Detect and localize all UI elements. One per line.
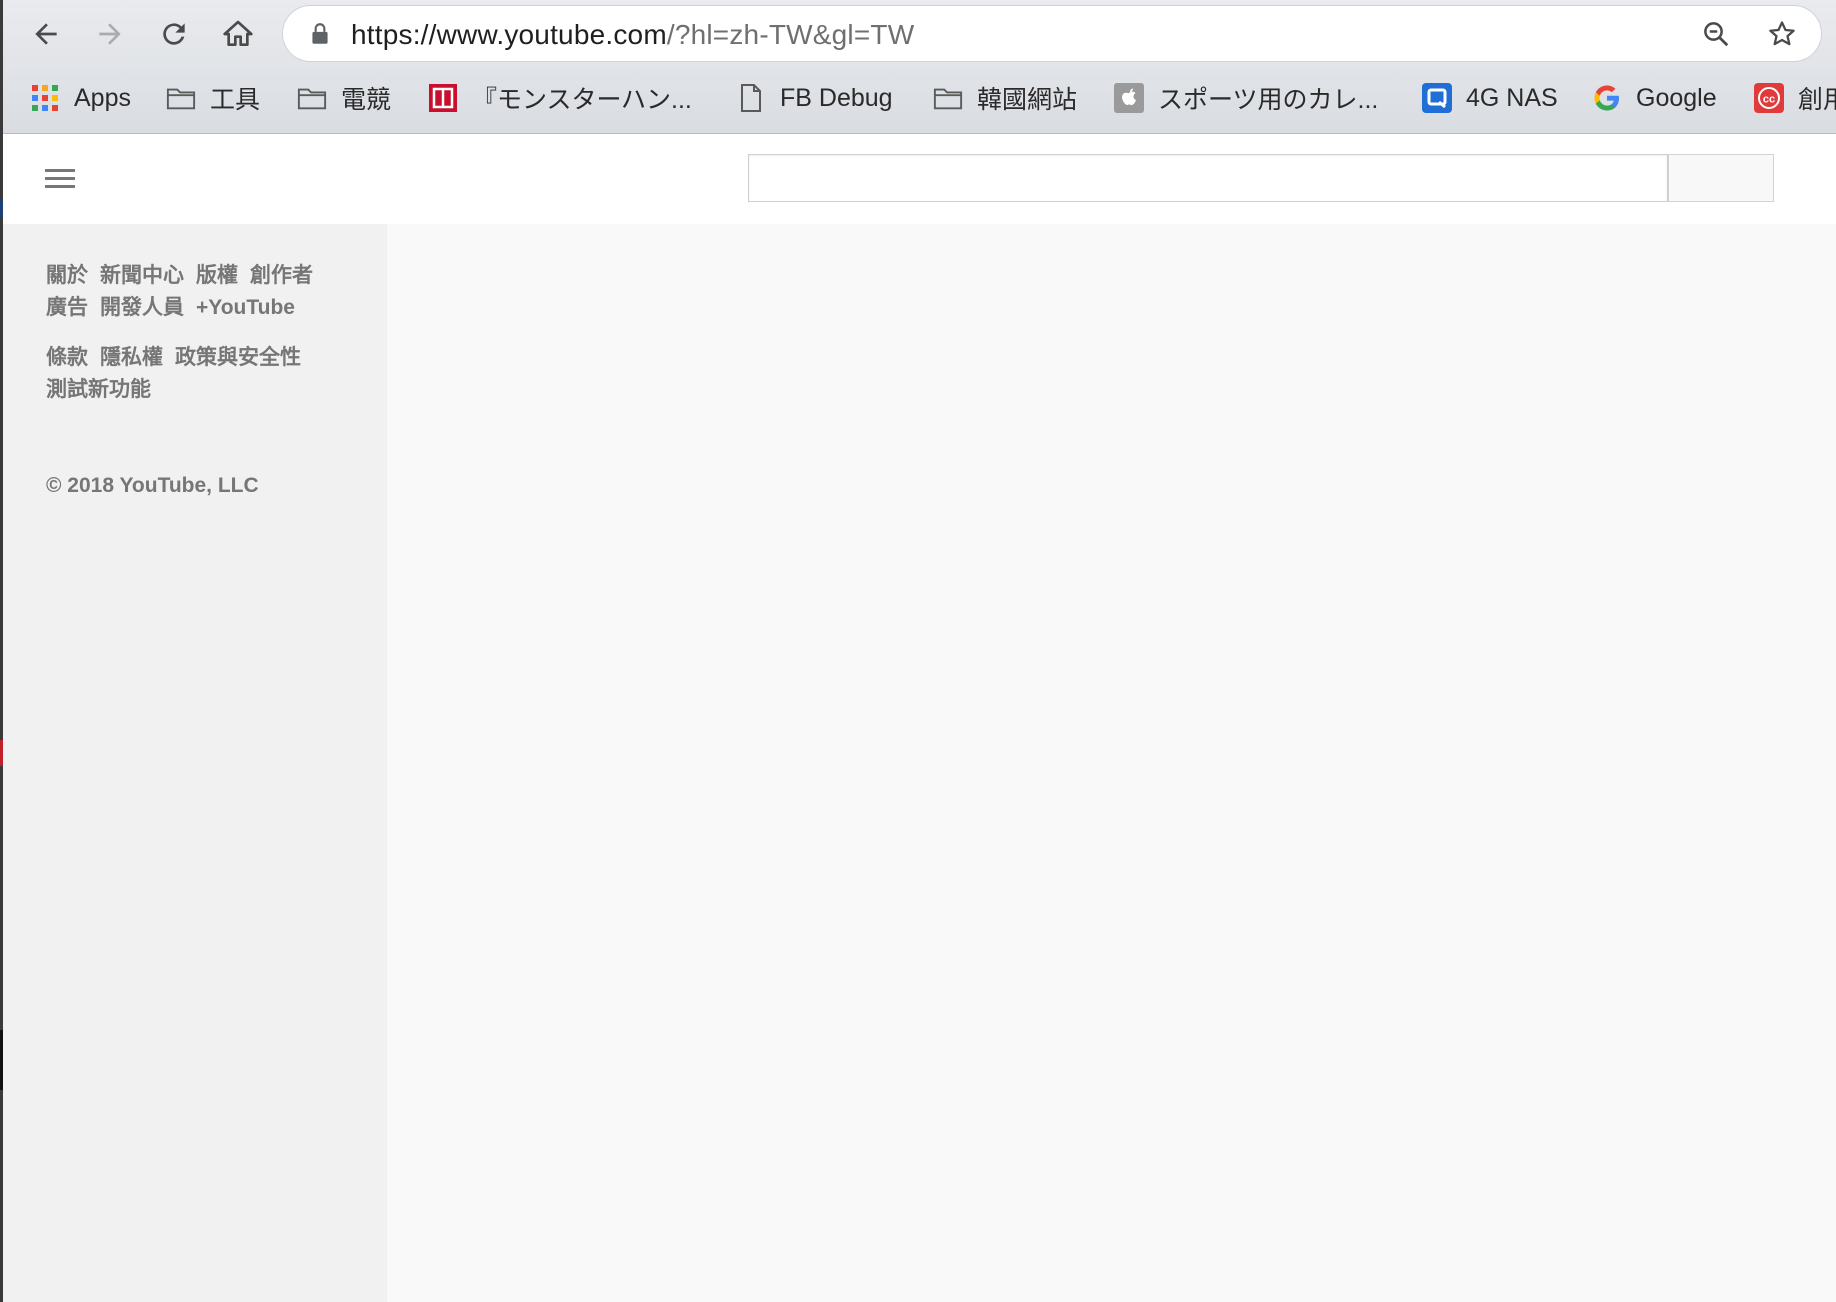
home-button[interactable]	[216, 12, 260, 56]
footer-link-copyright[interactable]: 版權	[196, 264, 238, 287]
guide-menu-button[interactable]	[41, 164, 81, 194]
footer-link-about[interactable]: 關於	[46, 264, 88, 287]
folder-icon	[166, 83, 196, 113]
bookmark-label: FB Debug	[780, 83, 893, 112]
bookmark-label: 『モンスターハン...	[472, 86, 692, 114]
footer-link-press[interactable]: 新聞中心	[100, 264, 184, 287]
game-site-icon	[428, 83, 458, 113]
search-button[interactable]	[1668, 154, 1774, 202]
bookmark-fb-debug[interactable]: FB Debug	[736, 78, 893, 118]
footer-link-plus-youtube[interactable]: +YouTube	[196, 296, 295, 319]
footer-link-terms[interactable]: 條款	[46, 346, 88, 369]
reload-icon	[163, 23, 185, 45]
google-icon	[1592, 83, 1622, 113]
hamburger-menu-icon	[45, 169, 75, 172]
reload-button[interactable]	[152, 12, 196, 56]
window-left-edge	[0, 0, 3, 1302]
lock-icon	[312, 23, 328, 44]
footer-link-privacy[interactable]: 隱私權	[100, 346, 163, 369]
bookmark-apps[interactable]: Apps	[30, 78, 131, 118]
bookmark-label: Apps	[74, 83, 131, 112]
bookmark-label: Google	[1636, 83, 1717, 112]
guide-sidebar: 關於 新聞中心 版權 創作者 廣告 開發人員 +YouTube 條款 隱私權 政策與安全性 測…	[3, 224, 387, 1302]
zoom-icon[interactable]	[1701, 19, 1731, 49]
bookmark-folder-esports[interactable]: 電競	[297, 78, 391, 118]
browser-toolbar: https://www.youtube.com/?hl=zh-TW&gl=TW	[0, 0, 1836, 66]
footer-links-secondary: 條款 隱私權 政策與安全性 測試新功能	[46, 342, 366, 406]
apps-grid-icon	[30, 83, 60, 113]
cc-icon: cc	[1754, 83, 1784, 113]
footer-links-primary: 關於 新聞中心 版權 創作者 廣告 開發人員 +YouTube	[46, 260, 366, 324]
svg-text:cc: cc	[1763, 94, 1775, 106]
page-icon	[736, 83, 766, 113]
bookmark-label: 4G NAS	[1466, 83, 1558, 112]
bookmark-star-icon[interactable]	[1767, 19, 1797, 49]
forward-button[interactable]	[88, 12, 132, 56]
bookmark-label: 創用	[1798, 86, 1836, 114]
url-host: https://www.youtube.com	[351, 19, 667, 50]
url-path: /?hl=zh-TW&gl=TW	[666, 19, 915, 50]
bookmark-label: スポーツ用のカレ...	[1158, 86, 1379, 114]
bookmark-label: 工具	[210, 86, 261, 114]
forward-arrow-icon	[99, 23, 121, 45]
footer-link-advertise[interactable]: 廣告	[46, 296, 88, 319]
home-icon	[223, 20, 253, 46]
copyright-text: © 2018 YouTube, LLC	[46, 474, 259, 497]
back-button[interactable]	[24, 12, 68, 56]
url-text: https://www.youtube.com/?hl=zh-TW&gl=TW	[351, 19, 914, 51]
bookmark-label: 韓國網站	[977, 86, 1078, 114]
address-bar[interactable]: https://www.youtube.com/?hl=zh-TW&gl=TW	[283, 6, 1821, 61]
search-input[interactable]	[748, 154, 1668, 202]
browser-chrome: https://www.youtube.com/?hl=zh-TW&gl=TW …	[0, 0, 1836, 134]
bookmark-folder-tools[interactable]: 工具	[166, 78, 260, 118]
folder-icon	[297, 83, 327, 113]
bookmark-google[interactable]: Google	[1592, 78, 1717, 118]
footer-link-creators[interactable]: 創作者	[250, 264, 313, 287]
footer-link-policy-safety[interactable]: 政策與安全性	[175, 346, 301, 369]
apple-icon	[1114, 83, 1144, 113]
bookmark-creative-commons[interactable]: cc 創用	[1754, 78, 1836, 118]
footer-link-developers[interactable]: 開發人員	[100, 296, 184, 319]
nas-icon	[1422, 83, 1452, 113]
bookmark-4g-nas[interactable]: 4G NAS	[1422, 78, 1558, 118]
youtube-masthead	[3, 134, 1836, 224]
bookmark-monster-hunter[interactable]: 『モンスターハン...	[428, 78, 692, 118]
footer-link-test-features[interactable]: 測試新功能	[46, 378, 151, 401]
bookmark-label: 電競	[341, 86, 392, 114]
main-content-area	[387, 224, 1836, 1302]
back-arrow-icon	[35, 23, 57, 45]
bookmark-sports-calendar[interactable]: スポーツ用のカレ...	[1114, 78, 1378, 118]
bookmarks-bar: Apps 工具 電競 『モンスターハン... FB Debug 韓國網站 スポー…	[0, 72, 1836, 124]
folder-icon	[933, 83, 963, 113]
bookmark-folder-korea[interactable]: 韓國網站	[933, 78, 1077, 118]
